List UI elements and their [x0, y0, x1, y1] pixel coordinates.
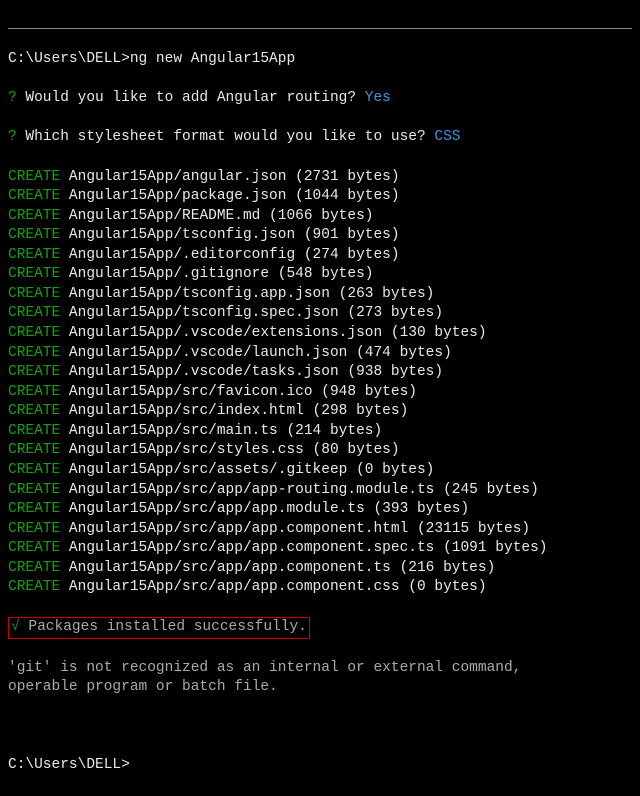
create-path: Angular15App/src/app/app.component.ts (2… — [60, 560, 495, 576]
question-mark-icon: ? — [8, 129, 17, 145]
command-text: ng new Angular15App — [130, 51, 295, 67]
create-path: Angular15App/src/favicon.ico (948 bytes) — [60, 384, 417, 400]
create-label: CREATE — [8, 403, 60, 419]
create-label: CREATE — [8, 462, 60, 478]
question-text: Which stylesheet format would you like t… — [17, 129, 435, 145]
success-message: Packages installed successfully. — [20, 619, 307, 635]
create-label: CREATE — [8, 423, 60, 439]
create-line: CREATE Angular15App/src/index.html (298 … — [8, 402, 632, 422]
cli-question: ? Would you like to add Angular routing?… — [8, 89, 632, 109]
create-line: CREATE Angular15App/src/app/app.componen… — [8, 520, 632, 540]
create-line: CREATE Angular15App/.vscode/launch.json … — [8, 344, 632, 364]
create-path: Angular15App/src/app/app.component.html … — [60, 521, 530, 537]
prompt-path: C:\Users\DELL> — [8, 51, 130, 67]
create-path: Angular15App/src/index.html (298 bytes) — [60, 403, 408, 419]
create-line: CREATE Angular15App/README.md (1066 byte… — [8, 207, 632, 227]
create-path: Angular15App/src/app/app.component.css (… — [60, 579, 486, 595]
create-line: CREATE Angular15App/.gitignore (548 byte… — [8, 265, 632, 285]
create-label: CREATE — [8, 501, 60, 517]
create-path: Angular15App/README.md (1066 bytes) — [60, 208, 373, 224]
create-path: Angular15App/src/app/app-routing.module.… — [60, 482, 539, 498]
create-line: CREATE Angular15App/src/app/app.componen… — [8, 578, 632, 598]
create-label: CREATE — [8, 208, 60, 224]
create-label: CREATE — [8, 560, 60, 576]
create-path: Angular15App/src/main.ts (214 bytes) — [60, 423, 382, 439]
create-label: CREATE — [8, 482, 60, 498]
create-label: CREATE — [8, 325, 60, 341]
success-highlight: √ Packages installed successfully. — [8, 617, 310, 639]
create-line: CREATE Angular15App/src/styles.css (80 b… — [8, 441, 632, 461]
create-path: Angular15App/src/app/app.component.spec.… — [60, 540, 547, 556]
create-line: CREATE Angular15App/.vscode/extensions.j… — [8, 324, 632, 344]
create-line: CREATE Angular15App/tsconfig.app.json (2… — [8, 285, 632, 305]
question-mark-icon: ? — [8, 90, 17, 106]
create-line: CREATE Angular15App/tsconfig.spec.json (… — [8, 304, 632, 324]
create-path: Angular15App/tsconfig.app.json (263 byte… — [60, 286, 434, 302]
create-label: CREATE — [8, 540, 60, 556]
question-answer: Yes — [365, 90, 391, 106]
create-path: Angular15App/src/app/app.module.ts (393 … — [60, 501, 469, 517]
create-path: Angular15App/.vscode/tasks.json (938 byt… — [60, 364, 443, 380]
create-line: CREATE Angular15App/src/app/app.componen… — [8, 559, 632, 579]
create-label: CREATE — [8, 286, 60, 302]
create-line: CREATE Angular15App/src/app/app.componen… — [8, 539, 632, 559]
create-output-list: CREATE Angular15App/angular.json (2731 b… — [8, 168, 632, 598]
create-label: CREATE — [8, 521, 60, 537]
question-text: Would you like to add Angular routing? — [17, 90, 365, 106]
blank-line — [8, 717, 632, 737]
create-path: Angular15App/angular.json (2731 bytes) — [60, 169, 399, 185]
create-line: CREATE Angular15App/angular.json (2731 b… — [8, 168, 632, 188]
create-path: Angular15App/tsconfig.spec.json (273 byt… — [60, 305, 443, 321]
create-label: CREATE — [8, 345, 60, 361]
window-divider — [8, 28, 632, 29]
create-line: CREATE Angular15App/.editorconfig (274 b… — [8, 246, 632, 266]
terminal-window[interactable]: C:\Users\DELL>ng new Angular15App ? Woul… — [8, 8, 632, 796]
create-label: CREATE — [8, 579, 60, 595]
create-label: CREATE — [8, 442, 60, 458]
check-icon: √ — [11, 619, 20, 635]
command-line: C:\Users\DELL>ng new Angular15App — [8, 50, 632, 70]
create-path: Angular15App/.vscode/extensions.json (13… — [60, 325, 486, 341]
create-path: Angular15App/package.json (1044 bytes) — [60, 188, 399, 204]
success-line: √ Packages installed successfully. — [8, 617, 632, 639]
create-label: CREATE — [8, 169, 60, 185]
create-label: CREATE — [8, 188, 60, 204]
create-label: CREATE — [8, 266, 60, 282]
create-line: CREATE Angular15App/package.json (1044 b… — [8, 187, 632, 207]
create-label: CREATE — [8, 227, 60, 243]
question-answer: CSS — [434, 129, 460, 145]
create-label: CREATE — [8, 247, 60, 263]
create-path: Angular15App/.editorconfig (274 bytes) — [60, 247, 399, 263]
create-line: CREATE Angular15App/.vscode/tasks.json (… — [8, 363, 632, 383]
create-path: Angular15App/src/styles.css (80 bytes) — [60, 442, 399, 458]
create-line: CREATE Angular15App/tsconfig.json (901 b… — [8, 226, 632, 246]
create-path: Angular15App/tsconfig.json (901 bytes) — [60, 227, 399, 243]
create-path: Angular15App/.gitignore (548 bytes) — [60, 266, 373, 282]
create-line: CREATE Angular15App/src/favicon.ico (948… — [8, 383, 632, 403]
create-path: Angular15App/.vscode/launch.json (474 by… — [60, 345, 452, 361]
create-line: CREATE Angular15App/src/main.ts (214 byt… — [8, 422, 632, 442]
cli-question: ? Which stylesheet format would you like… — [8, 128, 632, 148]
create-label: CREATE — [8, 364, 60, 380]
error-message: 'git' is not recognized as an internal o… — [8, 659, 632, 698]
create-line: CREATE Angular15App/src/assets/.gitkeep … — [8, 461, 632, 481]
create-line: CREATE Angular15App/src/app/app.module.t… — [8, 500, 632, 520]
create-line: CREATE Angular15App/src/app/app-routing.… — [8, 481, 632, 501]
create-path: Angular15App/src/assets/.gitkeep (0 byte… — [60, 462, 434, 478]
create-label: CREATE — [8, 384, 60, 400]
create-label: CREATE — [8, 305, 60, 321]
prompt-ready[interactable]: C:\Users\DELL> — [8, 756, 632, 776]
